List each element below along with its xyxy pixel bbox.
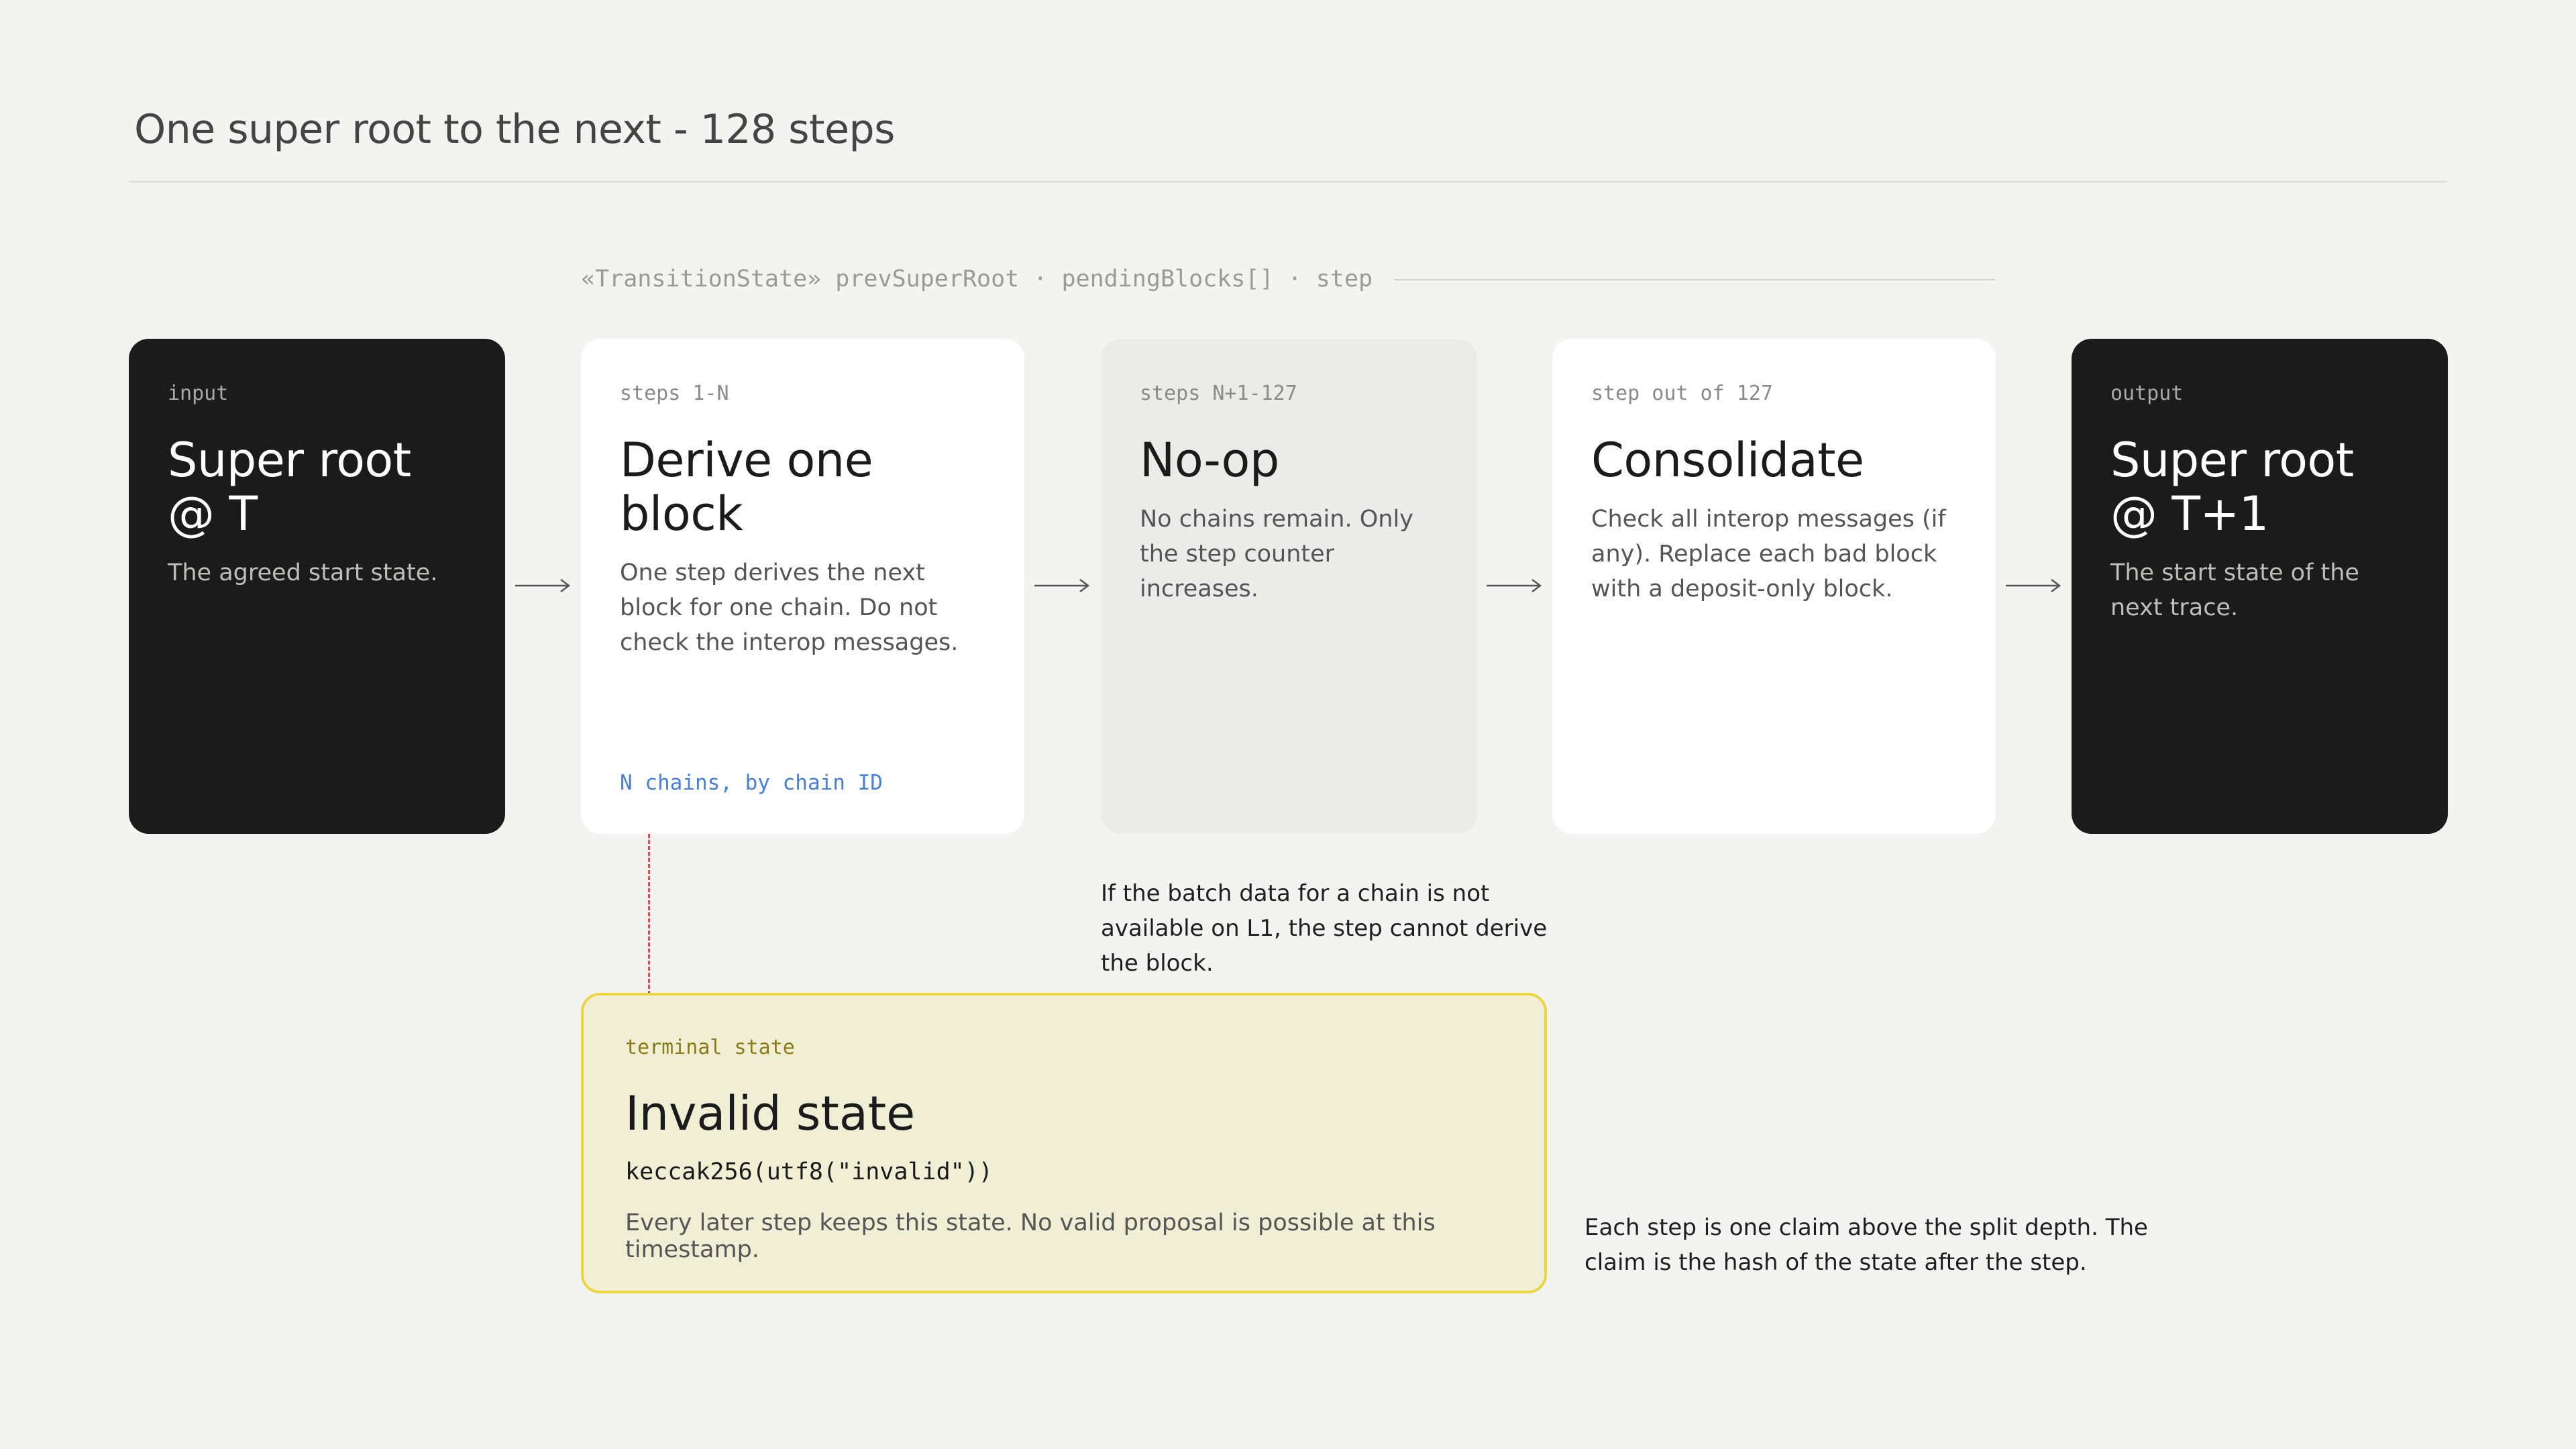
card-kicker: input xyxy=(168,382,229,405)
card-footnote: N chains, by chain ID xyxy=(620,771,883,795)
card-description: Check all interop messages (if any). Rep… xyxy=(1591,506,1946,602)
card-consolidate: step out of 127 Consolidate Check all in… xyxy=(1552,339,1996,834)
terminal-kicker: terminal state xyxy=(625,1036,795,1059)
terminal-state-box: terminal state Invalid state keccak256(u… xyxy=(581,993,1547,1293)
card-heading: Super root @ T+1 xyxy=(2110,433,2354,541)
card-output: output Super root @ T+1 The start state … xyxy=(2072,339,2448,834)
arrow-icon xyxy=(1487,579,1542,592)
card-description: No chains remain. Only the step counter … xyxy=(1140,506,1413,602)
invalid-branch-connector xyxy=(648,834,650,995)
page-title: One super root to the next - 128 steps xyxy=(134,106,895,153)
terminal-description: Every later step keeps this state. No va… xyxy=(625,1210,1436,1263)
arrow-icon xyxy=(515,579,571,592)
card-input: input Super root @ T The agreed start st… xyxy=(129,339,505,834)
arrow-icon xyxy=(1034,579,1090,592)
card-description: The agreed start state. xyxy=(168,559,438,586)
arrow-icon xyxy=(2006,579,2061,592)
card-heading: Derive one block xyxy=(620,433,873,541)
card-kicker: step out of 127 xyxy=(1591,382,1773,405)
batch-data-note: If the batch data for a chain is not ava… xyxy=(1101,880,1548,977)
card-no-op: steps N+1-127 No-op No chains remain. On… xyxy=(1101,339,1477,834)
card-heading: Super root @ T xyxy=(168,433,411,541)
claim-note: Each step is one claim above the split d… xyxy=(1585,1214,2148,1276)
card-heading: No-op xyxy=(1140,433,1279,488)
title-divider xyxy=(129,181,2447,182)
card-kicker: steps 1-N xyxy=(620,382,729,405)
card-description: One step derives the next block for one … xyxy=(620,559,959,656)
transition-state-rule xyxy=(1394,279,1995,280)
terminal-heading: Invalid state xyxy=(625,1086,916,1141)
card-description: The start state of the next trace. xyxy=(2110,559,2359,621)
transition-state-fields: «TransitionState» prevSuperRoot · pendin… xyxy=(581,266,1373,292)
card-kicker: output xyxy=(2110,382,2184,405)
card-kicker: steps N+1-127 xyxy=(1140,382,1297,405)
card-heading: Consolidate xyxy=(1591,433,1864,488)
card-derive-block: steps 1-N Derive one block One step deri… xyxy=(581,339,1024,834)
terminal-code: keccak256(utf8("invalid")) xyxy=(625,1159,993,1185)
